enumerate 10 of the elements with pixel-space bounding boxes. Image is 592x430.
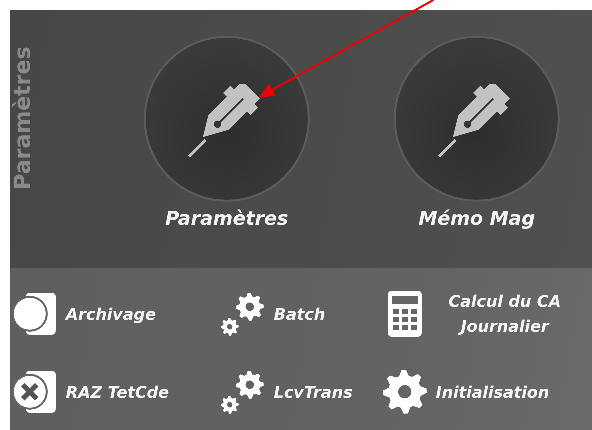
shortcut-label[interactable]: LcvTrans (274, 380, 353, 404)
shortcut-label[interactable]: Initialisation (436, 380, 550, 404)
shortcut-label[interactable]: Calcul du CA Journalier (436, 289, 574, 339)
shortcut-label[interactable]: RAZ TetCde (66, 380, 170, 404)
shortcut-label[interactable]: Batch (274, 302, 326, 326)
tile-label[interactable]: Paramètres (165, 208, 289, 230)
panel-title: Paramètres (10, 46, 37, 192)
tile-label[interactable]: Mémo Mag (418, 208, 536, 230)
shortcut-label[interactable]: Archivage (66, 302, 156, 326)
gear-icon[interactable] (380, 367, 430, 417)
